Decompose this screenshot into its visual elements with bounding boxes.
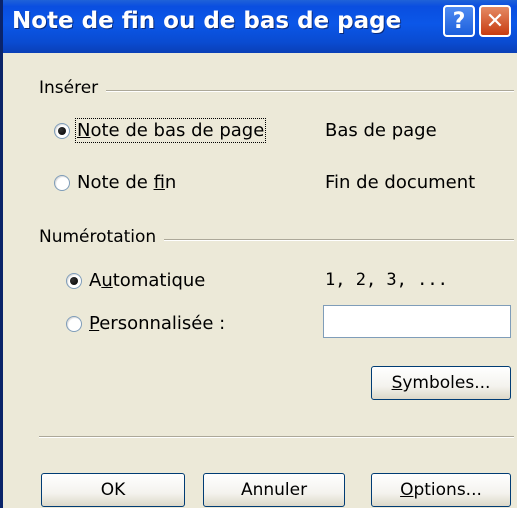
radio-automatic-label[interactable]: Automatique bbox=[89, 270, 205, 291]
footnote-location-value: Bas de page bbox=[325, 120, 437, 141]
radio-custom[interactable]: Personnalisée : bbox=[66, 313, 225, 334]
button-separator bbox=[39, 436, 514, 438]
window-title: Note de fin ou de bas de page bbox=[12, 8, 402, 34]
close-icon[interactable]: ✕ bbox=[479, 5, 511, 37]
insert-group-divider bbox=[39, 90, 514, 92]
footnote-dialog: Note de fin ou de bas de page ? ✕ Insére… bbox=[0, 0, 517, 508]
radio-custom-label[interactable]: Personnalisée : bbox=[89, 313, 225, 334]
help-icon[interactable]: ? bbox=[443, 5, 475, 37]
radio-footnote[interactable]: Note de bas de page bbox=[54, 118, 267, 143]
radio-endnote-label[interactable]: Note de fin bbox=[77, 172, 176, 193]
ok-button[interactable]: OK bbox=[41, 473, 185, 507]
radio-custom-button[interactable] bbox=[66, 315, 82, 332]
custom-mark-input[interactable] bbox=[323, 305, 511, 338]
radio-endnote[interactable]: Note de fin bbox=[54, 172, 176, 193]
symbols-button[interactable]: Symboles... bbox=[371, 366, 511, 400]
title-bar[interactable]: Note de fin ou de bas de page ? ✕ bbox=[3, 0, 517, 53]
radio-automatic[interactable]: Automatique bbox=[66, 270, 205, 291]
options-button[interactable]: Options... bbox=[371, 473, 511, 507]
automatic-number-format: 1, 2, 3, ... bbox=[325, 270, 448, 290]
numbering-group-label: Numérotation bbox=[39, 227, 165, 247]
endnote-location-value: Fin de document bbox=[325, 172, 476, 193]
radio-automatic-button[interactable] bbox=[66, 272, 82, 289]
radio-footnote-button[interactable] bbox=[54, 122, 70, 139]
insert-group-label: Insérer bbox=[39, 78, 107, 98]
cancel-button[interactable]: Annuler bbox=[203, 473, 345, 507]
radio-endnote-button[interactable] bbox=[54, 174, 70, 191]
radio-footnote-label[interactable]: Note de bas de page bbox=[74, 118, 267, 143]
